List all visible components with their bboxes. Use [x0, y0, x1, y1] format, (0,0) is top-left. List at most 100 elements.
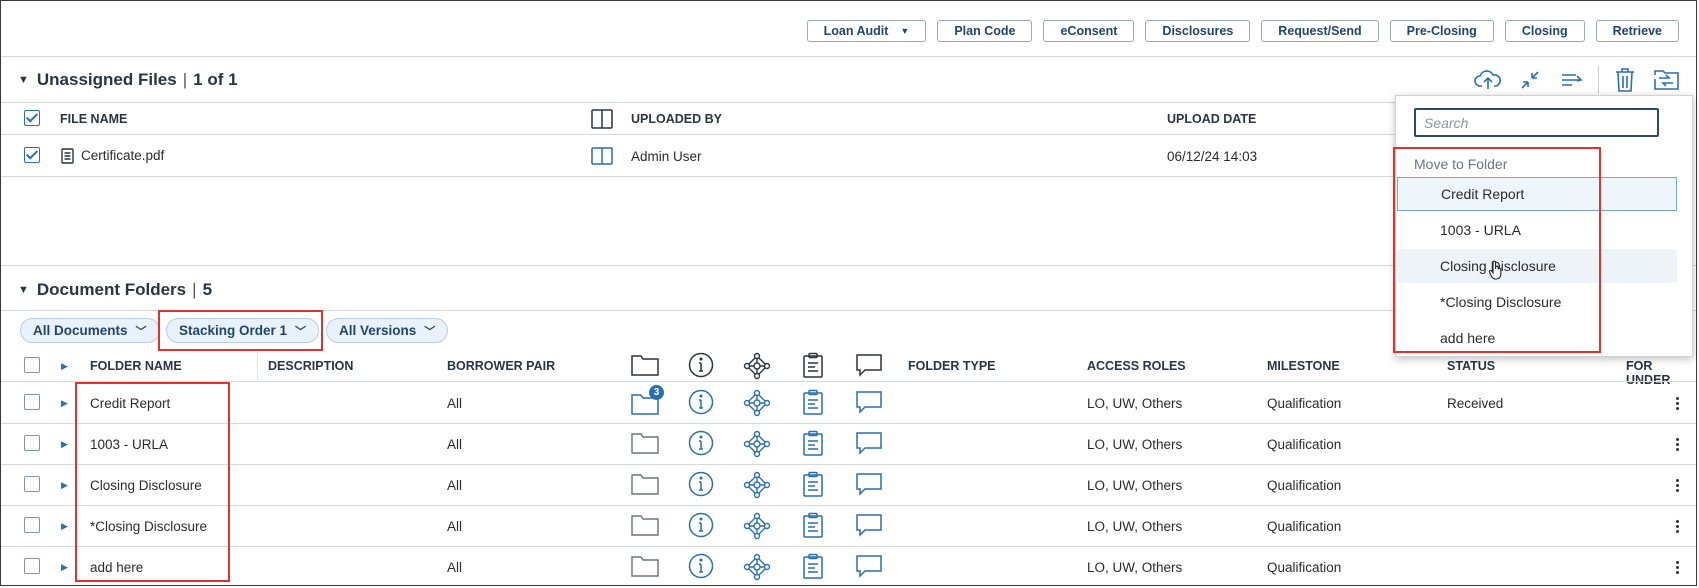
row-menu-icon[interactable]: [1676, 397, 1680, 412]
milestone-column-header[interactable]: MILESTONE: [1267, 359, 1340, 373]
all-versions-filter[interactable]: All Versions ﹀: [326, 318, 449, 343]
folder-name-1003-urla[interactable]: 1003 - URLA: [90, 437, 168, 452]
select-all-folders-checkbox[interactable]: [24, 357, 40, 373]
chevron-down-icon: ﹀: [295, 325, 307, 338]
move-option-credit-report[interactable]: Credit Report: [1397, 177, 1677, 211]
file-row-checkbox[interactable]: [24, 147, 40, 163]
expand-all-icon[interactable]: ▶: [61, 361, 68, 372]
network-icon[interactable]: [743, 389, 771, 420]
folder-type-column-header[interactable]: FOLDER TYPE: [908, 359, 996, 373]
access-roles-column-header[interactable]: ACCESS ROLES: [1087, 359, 1186, 373]
move-option-star-closing-disclosure[interactable]: *Closing Disclosure: [1397, 285, 1677, 319]
folder-icon[interactable]: [631, 473, 659, 498]
trash-icon[interactable]: [1609, 66, 1641, 94]
loan-audit-button[interactable]: Loan Audit ▼: [806, 20, 927, 42]
folder-row-checkbox[interactable]: [24, 476, 40, 492]
expand-row-icon[interactable]: ▶: [61, 480, 68, 491]
folder-search-input[interactable]: [1414, 108, 1659, 137]
info-column-icon: [688, 352, 714, 381]
folder-name-column-header[interactable]: FOLDER NAME: [90, 359, 182, 373]
cloud-upload-icon[interactable]: [1472, 66, 1504, 94]
borrower-pair: All: [447, 519, 463, 534]
divider: [1, 134, 1396, 135]
plan-code-button[interactable]: Plan Code: [937, 20, 1033, 42]
for-under-column-header[interactable]: FOR UNDER: [1626, 359, 1699, 387]
folder-icon[interactable]: [631, 432, 659, 457]
uploaded-by-column-header[interactable]: UPLOADED BY: [631, 112, 722, 126]
clipboard-icon[interactable]: [802, 471, 824, 500]
move-option-1003-urla[interactable]: 1003 - URLA: [1397, 213, 1677, 247]
request-send-button[interactable]: Request/Send: [1261, 20, 1379, 42]
retrieve-button[interactable]: Retrieve: [1595, 20, 1679, 42]
info-icon[interactable]: [688, 471, 714, 500]
row-menu-icon[interactable]: [1676, 479, 1680, 494]
comment-column-icon: [855, 353, 883, 380]
borrower-pair: All: [447, 437, 463, 452]
move-folder-icon[interactable]: [1651, 66, 1683, 94]
folder-count-badge: 3: [649, 385, 664, 400]
status-column-header[interactable]: STATUS: [1447, 359, 1495, 373]
info-icon[interactable]: [688, 512, 714, 541]
split-view-icon[interactable]: [591, 147, 613, 168]
folder-column-icon: [631, 354, 659, 379]
collapse-icon[interactable]: [1514, 66, 1546, 94]
folder-icon[interactable]: [631, 555, 659, 580]
section-title: Unassigned Files: [36, 70, 177, 89]
comment-icon[interactable]: [855, 472, 883, 499]
file-name[interactable]: Certificate.pdf: [81, 148, 164, 163]
comment-icon[interactable]: [855, 390, 883, 417]
folder-row-checkbox[interactable]: [24, 558, 40, 574]
row-menu-icon[interactable]: [1676, 520, 1680, 535]
folder-name-closing-disclosure[interactable]: *Closing Disclosure: [90, 519, 207, 534]
info-icon[interactable]: [688, 430, 714, 459]
comment-icon[interactable]: [855, 513, 883, 540]
all-documents-filter[interactable]: All Documents ﹀: [20, 318, 160, 343]
folder-icon[interactable]: [631, 514, 659, 539]
expand-row-icon[interactable]: ▶: [61, 521, 68, 532]
clipboard-icon[interactable]: [802, 430, 824, 459]
econsent-button[interactable]: eConsent: [1043, 20, 1135, 42]
folder-name-add-here[interactable]: add here: [90, 560, 143, 575]
folder-icon[interactable]: 3: [631, 385, 664, 418]
unassigned-files-header[interactable]: ▼ Unassigned Files | 1 of 1: [18, 70, 238, 90]
divider: [1, 381, 1696, 382]
upload-date: 06/12/24 14:03: [1167, 149, 1258, 164]
column-toggle-icon[interactable]: [591, 109, 613, 132]
file-name-column-header[interactable]: FILE NAME: [60, 112, 127, 126]
network-icon[interactable]: [743, 471, 771, 502]
stacking-order-filter[interactable]: Stacking Order 1 ﹀: [166, 318, 320, 343]
move-option-closing-disclosure[interactable]: Closing Disclosure: [1397, 249, 1677, 283]
pre-closing-button[interactable]: Pre-Closing: [1389, 20, 1494, 42]
closing-button[interactable]: Closing: [1504, 20, 1585, 42]
expand-row-icon[interactable]: ▶: [61, 439, 68, 450]
info-icon[interactable]: [688, 389, 714, 418]
description-column-header[interactable]: DESCRIPTION: [268, 359, 353, 373]
expand-row-icon[interactable]: ▶: [61, 398, 68, 409]
row-menu-icon[interactable]: [1676, 561, 1680, 576]
clipboard-icon[interactable]: [802, 553, 824, 582]
select-all-files-checkbox[interactable]: [24, 110, 40, 126]
move-option-add-here[interactable]: add here: [1397, 321, 1677, 355]
comment-icon[interactable]: [855, 554, 883, 581]
folder-row-checkbox[interactable]: [24, 394, 40, 410]
sort-icon[interactable]: [1556, 66, 1588, 94]
clipboard-icon[interactable]: [802, 512, 824, 541]
network-icon[interactable]: [743, 512, 771, 543]
folder-name-credit-report[interactable]: Credit Report: [90, 396, 170, 411]
network-icon[interactable]: [743, 553, 771, 584]
borrower-pair-column-header[interactable]: BORROWER PAIR: [447, 359, 555, 373]
folder-name-closing-disclosure[interactable]: Closing Disclosure: [90, 478, 202, 493]
row-menu-icon[interactable]: [1676, 438, 1680, 453]
document-folders-header[interactable]: ▼ Document Folders | 5: [18, 280, 212, 300]
folder-row-checkbox[interactable]: [24, 435, 40, 451]
network-icon[interactable]: [743, 430, 771, 461]
comment-icon[interactable]: [855, 431, 883, 458]
clipboard-icon[interactable]: [802, 389, 824, 418]
expand-row-icon[interactable]: ▶: [61, 562, 68, 573]
file-actions: [1472, 66, 1693, 94]
folder-row-checkbox[interactable]: [24, 517, 40, 533]
info-icon[interactable]: [688, 553, 714, 582]
disclosures-button[interactable]: Disclosures: [1145, 20, 1251, 42]
upload-date-column-header[interactable]: UPLOAD DATE: [1167, 112, 1256, 126]
divider: [1, 464, 1696, 465]
